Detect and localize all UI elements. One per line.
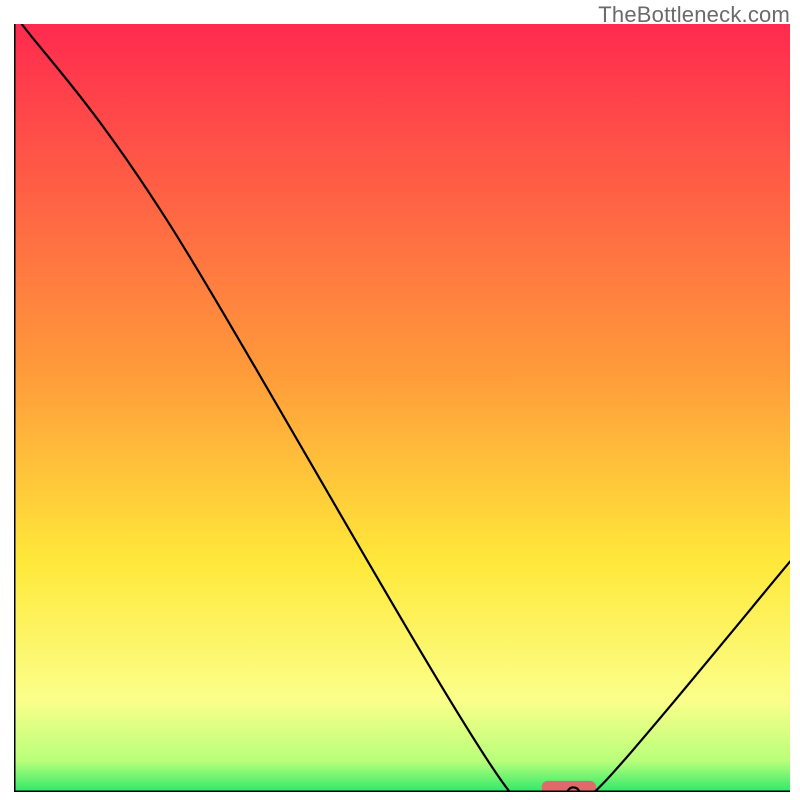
plot-area — [14, 24, 790, 792]
watermark-text: TheBottleneck.com — [598, 2, 790, 28]
chart-frame: TheBottleneck.com — [0, 0, 800, 800]
gradient-background — [14, 24, 790, 792]
chart-svg — [14, 24, 790, 792]
